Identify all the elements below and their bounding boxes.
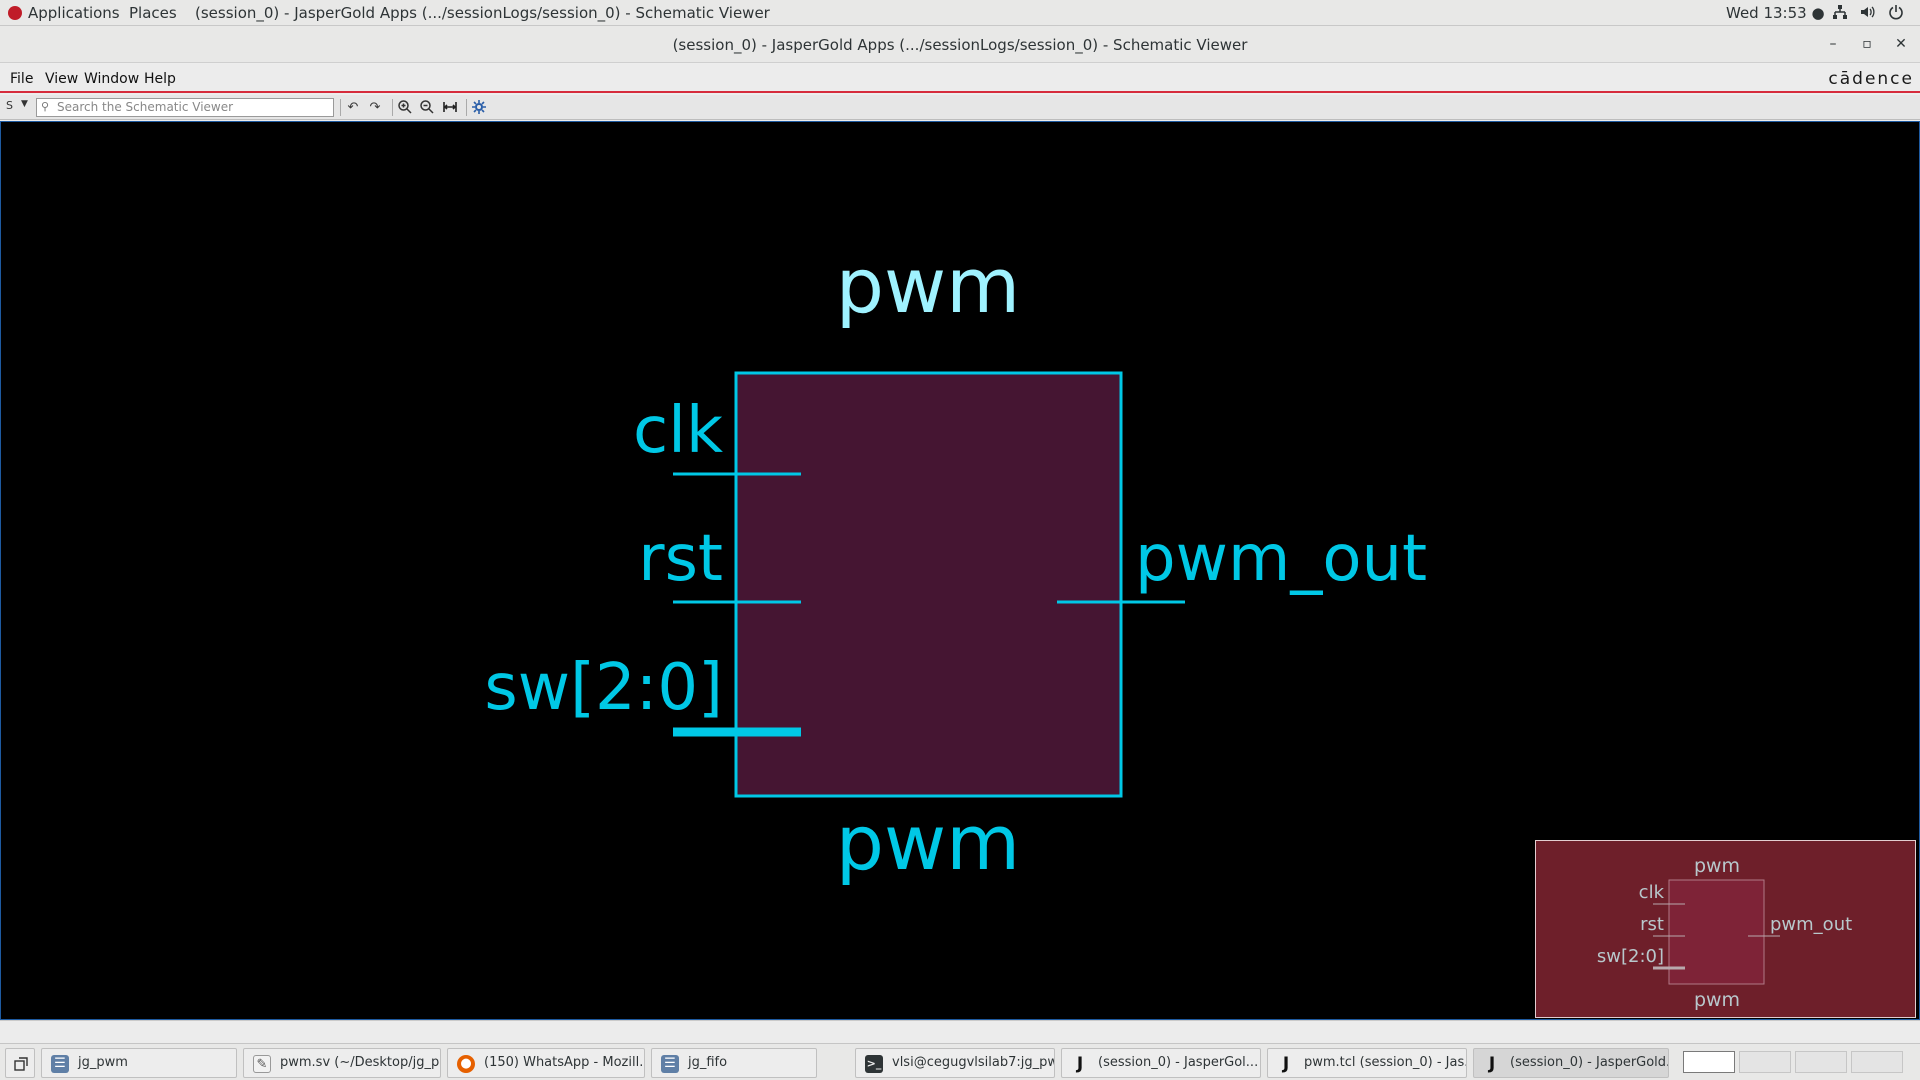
menu-window[interactable]: Window (84, 71, 139, 87)
jaspergold-sch-icon: J (1488, 1054, 1496, 1074)
minimap-instance-name: pwm (1694, 989, 1740, 1011)
workspace-2[interactable] (1739, 1051, 1791, 1073)
pwm-out-port-label: pwm_out (1135, 522, 1427, 596)
power-icon[interactable] (1887, 4, 1905, 22)
network-icon[interactable] (1831, 4, 1849, 22)
active-window-menu[interactable]: (session_0) - JasperGold Apps (.../sessi… (195, 4, 770, 22)
minimap-rst-label: rst (1640, 914, 1664, 935)
file-manager-icon: ☰ (51, 1055, 69, 1073)
window-title: (session_0) - JasperGold Apps (.../sessi… (672, 36, 1248, 54)
clk-port-label: clk (633, 394, 723, 468)
task-terminal[interactable]: >_ vlsi@cegugvlsilab7:jg_pwm (855, 1048, 1055, 1078)
task-jg-fifo[interactable]: ☰ jg_fifo (651, 1048, 817, 1078)
clock[interactable]: Wed 13:53 ● (1726, 4, 1825, 22)
fedora-logo-icon (8, 6, 22, 20)
close-icon[interactable]: ✕ (1891, 34, 1911, 54)
minimap-pwm-out-label: pwm_out (1770, 914, 1852, 935)
search-icon: ⚲ (41, 100, 50, 113)
status-bar (0, 1020, 1920, 1043)
toolbar: S ▼ ⚲ Search the Schematic Viewer ↶ ↷ (0, 95, 1920, 120)
search-scope-dropdown[interactable]: S ▼ (6, 99, 34, 116)
menu-view[interactable]: View (45, 71, 78, 87)
window-title-bar[interactable]: (session_0) - JasperGold Apps (.../sessi… (0, 26, 1920, 63)
jaspergold-icon: J (1282, 1054, 1290, 1074)
show-desktop-button[interactable] (5, 1048, 35, 1078)
file-manager-icon: ☰ (661, 1055, 679, 1073)
search-scope-label: S (6, 99, 13, 112)
task-pwm-sv[interactable]: ✎ pwm.sv (~/Desktop/jg_p... (243, 1048, 441, 1078)
text-editor-icon: ✎ (253, 1055, 271, 1073)
task-pwm-tcl[interactable]: J pwm.tcl (session_0) - Jas... (1267, 1048, 1467, 1078)
module-name-label: pwm (836, 241, 1020, 330)
menu-bar: File View Window Help cādence (0, 64, 1920, 93)
instance-name-label: pwm (836, 798, 1020, 887)
search-placeholder: Search the Schematic Viewer (57, 100, 234, 114)
redo-icon[interactable]: ↷ (366, 99, 384, 117)
minimize-icon[interactable]: – (1823, 34, 1843, 54)
minimap-panel[interactable]: pwm pwm clk rst sw[2:0] pwm_out (1535, 840, 1916, 1018)
applications-label: Applications (28, 4, 120, 22)
menu-help[interactable]: Help (144, 71, 176, 87)
cadence-logo: cādence (1828, 69, 1914, 89)
top-panel: Applications Places (session_0) - Jasper… (0, 0, 1920, 26)
task-label: pwm.tcl (session_0) - Jas... (1304, 1055, 1467, 1070)
task-label: vlsi@cegugvlsilab7:jg_pwm (892, 1055, 1055, 1070)
undo-icon[interactable]: ↶ (344, 99, 362, 117)
task-label: pwm.sv (~/Desktop/jg_p... (280, 1055, 441, 1070)
zoom-fit-icon[interactable] (441, 99, 459, 117)
task-jg-pwm[interactable]: ☰ jg_pwm (41, 1048, 237, 1078)
minimap-clk-label: clk (1639, 882, 1665, 903)
workspace-3[interactable] (1795, 1051, 1847, 1073)
menu-file[interactable]: File (10, 71, 33, 87)
minimap-module-name: pwm (1694, 855, 1740, 877)
task-label: (session_0) - JasperGol... (1098, 1055, 1259, 1070)
jaspergold-icon: J (1076, 1054, 1084, 1074)
volume-icon[interactable] (1859, 4, 1877, 22)
places-menu[interactable]: Places (129, 4, 177, 22)
firefox-icon: ● (457, 1055, 475, 1073)
chevron-down-icon: ▼ (21, 99, 28, 109)
zoom-in-icon[interactable] (396, 99, 414, 117)
terminal-icon: >_ (865, 1055, 883, 1073)
task-label: (session_0) - JasperGold... (1510, 1055, 1669, 1070)
applications-menu[interactable]: Applications (8, 4, 120, 22)
workspace-4[interactable] (1851, 1051, 1903, 1073)
task-whatsapp-firefox[interactable]: ● (150) WhatsApp - Mozill... (447, 1048, 645, 1078)
workspace-1[interactable] (1683, 1051, 1735, 1073)
zoom-out-icon[interactable] (418, 99, 436, 117)
task-label: jg_pwm (78, 1055, 128, 1070)
settings-icon[interactable] (470, 99, 488, 117)
taskbar: ☰ jg_pwm ✎ pwm.sv (~/Desktop/jg_p... ● (… (0, 1043, 1920, 1080)
sw-port-label: sw[2:0] (484, 651, 723, 725)
task-label: jg_fifo (688, 1055, 728, 1070)
maximize-icon[interactable]: ▫ (1857, 34, 1877, 54)
minimap-sw-label: sw[2:0] (1597, 946, 1664, 967)
task-schematic-viewer[interactable]: J (session_0) - JasperGold... (1473, 1048, 1669, 1078)
toolbar-separator (340, 99, 341, 116)
search-input[interactable]: ⚲ Search the Schematic Viewer (36, 98, 334, 117)
task-label: (150) WhatsApp - Mozill... (484, 1055, 645, 1070)
rst-port-label: rst (638, 522, 723, 596)
toolbar-separator (392, 99, 393, 116)
toolbar-separator (466, 99, 467, 116)
show-desktop-icon (14, 1057, 28, 1071)
task-jaspergold-session[interactable]: J (session_0) - JasperGol... (1061, 1048, 1261, 1078)
